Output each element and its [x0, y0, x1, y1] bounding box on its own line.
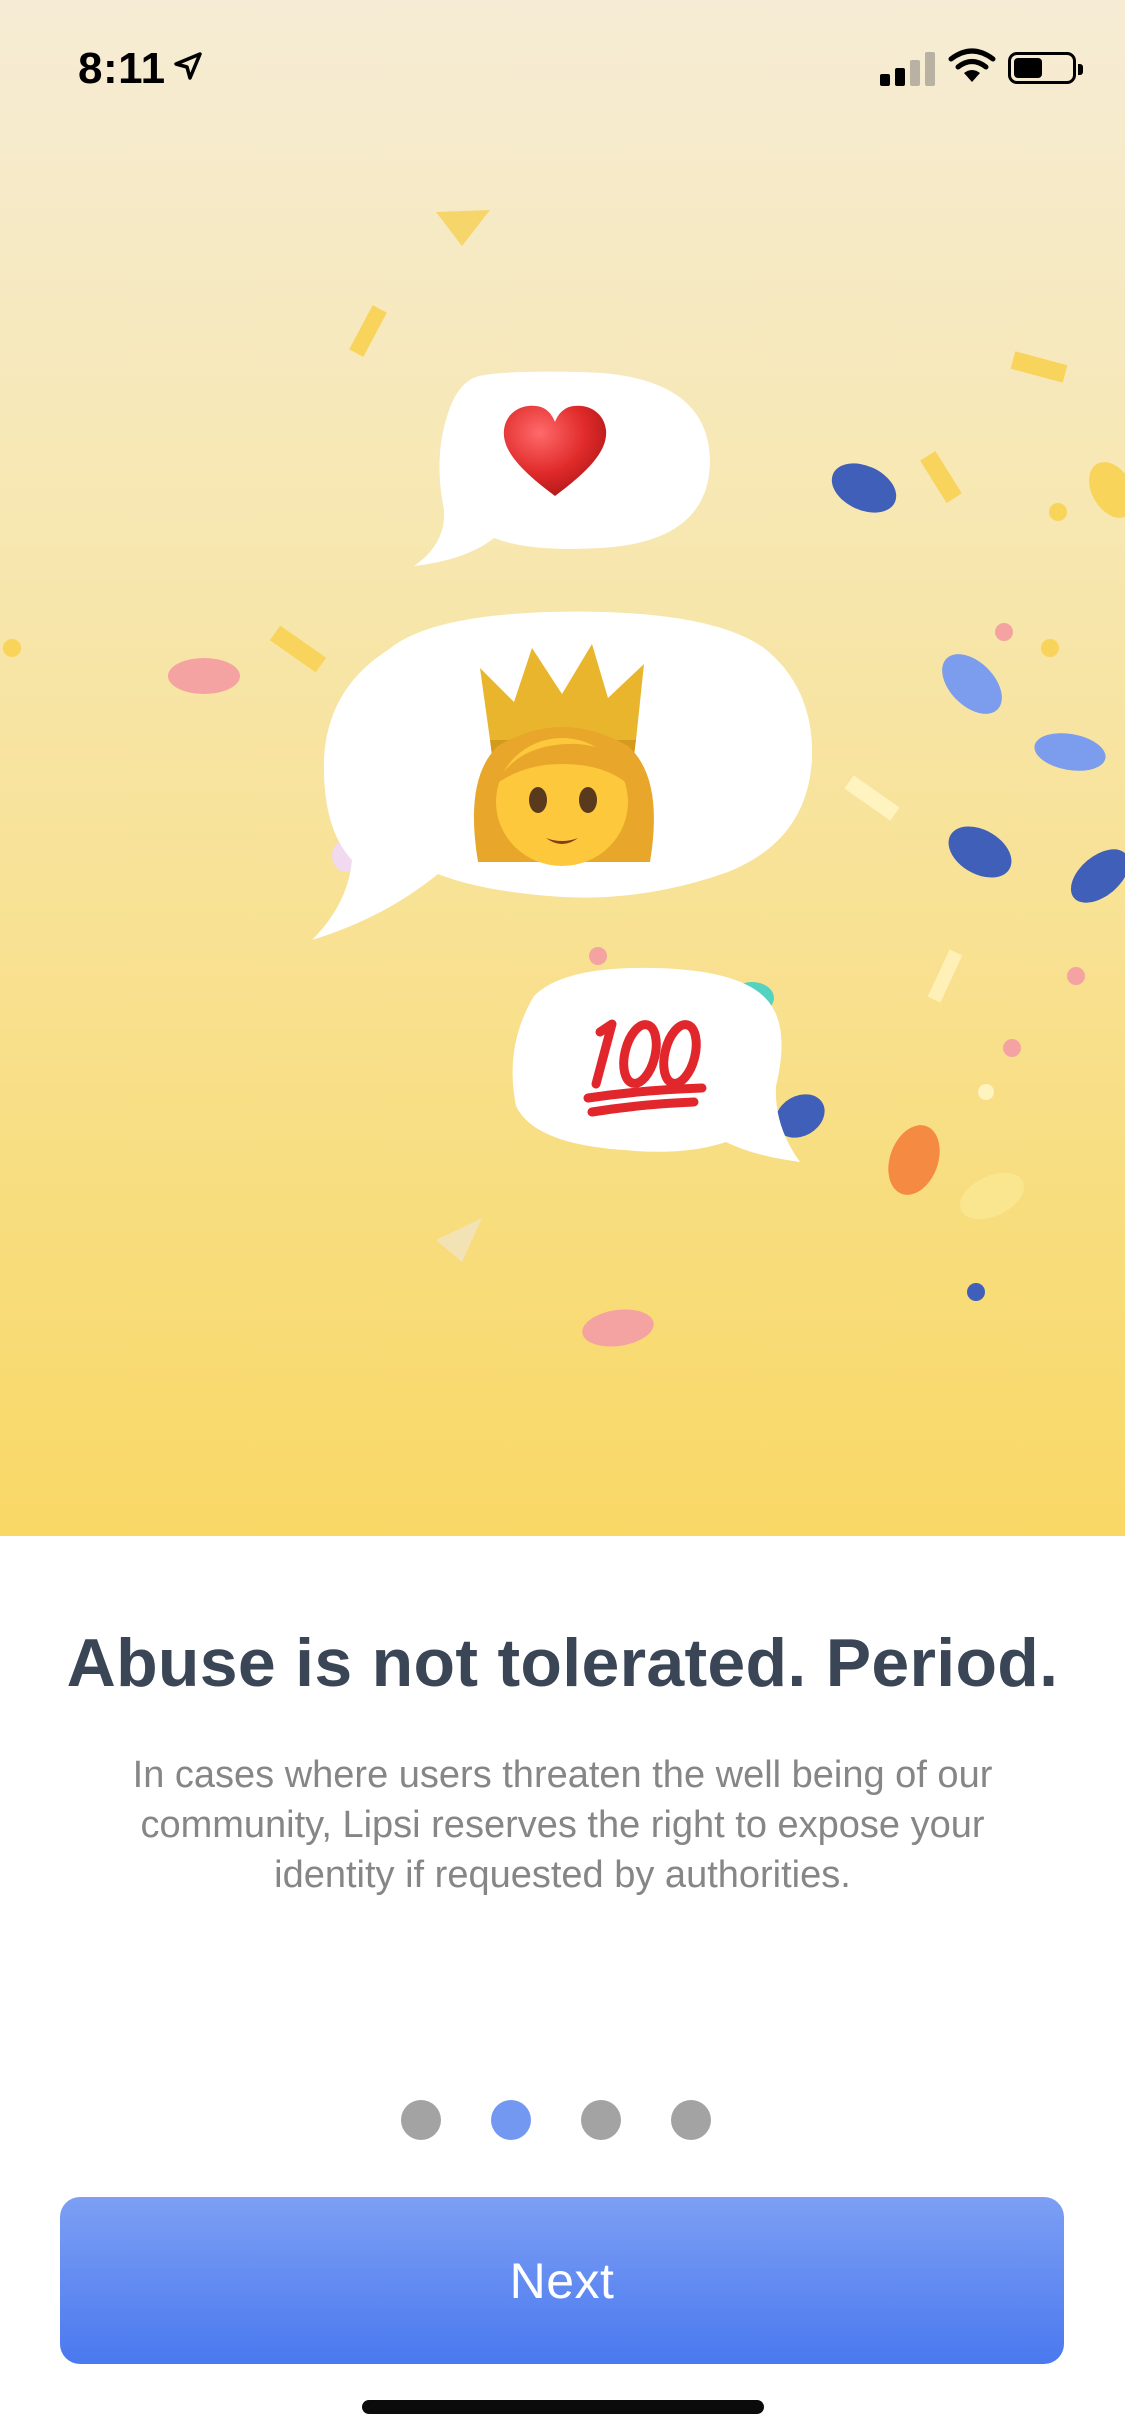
heart-bubble — [410, 370, 714, 570]
cellular-signal-icon — [880, 50, 936, 86]
status-bar: 8:11 — [0, 0, 1125, 132]
home-indicator[interactable] — [362, 2400, 764, 2414]
location-arrow-icon — [174, 52, 202, 80]
onboarding-screen: 8:11 Abuse is not tolerated. Period. In … — [0, 0, 1125, 2436]
page-title: Abuse is not tolerated. Period. — [66, 1625, 1059, 1701]
page-indicator — [0, 2100, 1125, 2140]
princess-icon — [458, 638, 668, 870]
page-dot-4[interactable] — [671, 2100, 711, 2140]
page-dot-2[interactable] — [491, 2100, 531, 2140]
hero-illustration: 8:11 — [0, 0, 1125, 1536]
battery-icon — [1008, 52, 1083, 84]
hundred-points-icon — [582, 1010, 712, 1120]
page-dot-1[interactable] — [401, 2100, 441, 2140]
next-button[interactable]: Next — [60, 2197, 1064, 2364]
red-heart-icon — [500, 404, 650, 524]
status-time: 8:11 — [78, 44, 166, 93]
page-description: In cases where users threaten the well b… — [132, 1754, 993, 1896]
hundred-bubble — [504, 966, 804, 1168]
onboarding-content: Abuse is not tolerated. Period. In cases… — [0, 1536, 1125, 2436]
page-dot-3[interactable] — [581, 2100, 621, 2140]
princess-bubble — [308, 608, 818, 942]
wifi-icon — [948, 48, 996, 82]
